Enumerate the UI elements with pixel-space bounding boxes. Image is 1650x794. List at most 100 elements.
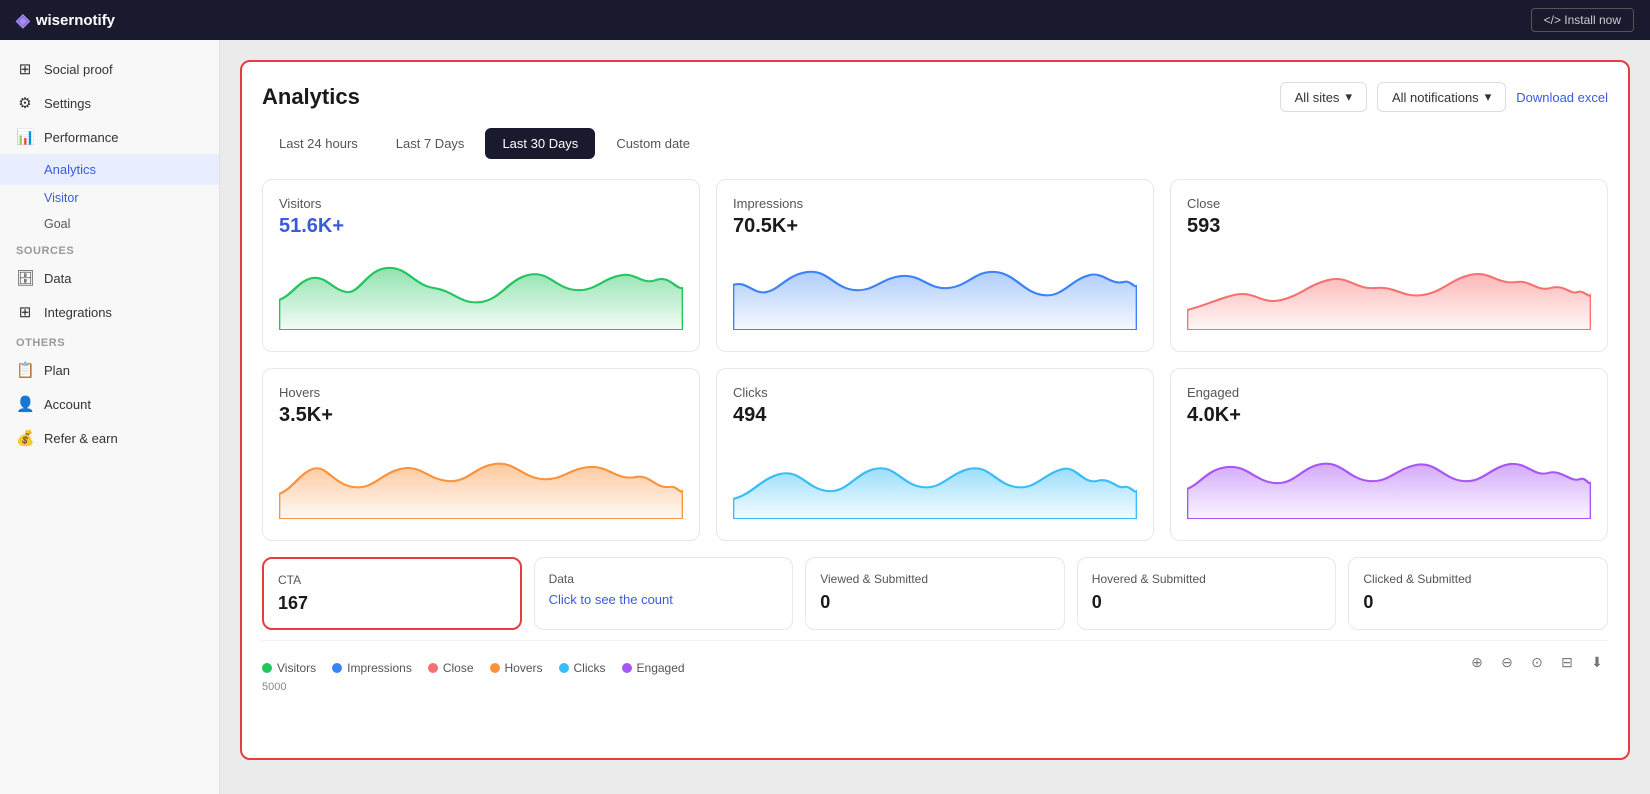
legend-clicks: Clicks — [559, 661, 606, 675]
legend-close: Close — [428, 661, 474, 675]
bottom-card-viewed-submitted: Viewed & Submitted 0 — [805, 557, 1065, 630]
viewed-submitted-value: 0 — [820, 592, 1050, 613]
performance-icon: 📊 — [16, 128, 34, 146]
logo-icon: ◈ — [16, 10, 30, 31]
cta-label: CTA — [278, 573, 506, 587]
impressions-label: Impressions — [733, 196, 1137, 211]
download-icon[interactable]: ⬇ — [1586, 651, 1608, 673]
hovered-submitted-label: Hovered & Submitted — [1092, 572, 1322, 586]
pan-icon[interactable]: ⊟ — [1556, 651, 1578, 673]
sidebar-label-plan: Plan — [44, 363, 70, 378]
analytics-panel: Analytics All sites ▾ All notifications … — [240, 60, 1630, 760]
legend-hovers-label: Hovers — [505, 661, 543, 675]
sidebar-item-data[interactable]: 🗄 Data — [0, 261, 219, 295]
legend-dot-hovers — [490, 663, 500, 673]
data-card-label: Data — [549, 572, 779, 586]
engaged-chart — [1187, 439, 1591, 519]
goal-label: Goal — [44, 217, 70, 231]
bottom-card-hovered-submitted: Hovered & Submitted 0 — [1077, 557, 1337, 630]
visitors-label: Visitors — [279, 196, 683, 211]
zoom-out-icon[interactable]: ⊖ — [1496, 651, 1518, 673]
clicks-value: 494 — [733, 404, 1137, 427]
engaged-value: 4.0K+ — [1187, 404, 1591, 427]
reset-icon[interactable]: ⊙ — [1526, 651, 1548, 673]
engaged-label: Engaged — [1187, 385, 1591, 400]
all-sites-dropdown[interactable]: All sites ▾ — [1280, 82, 1367, 112]
refer-icon: 💰 — [16, 429, 34, 447]
tab-custom[interactable]: Custom date — [599, 128, 707, 159]
bottom-card-clicked-submitted: Clicked & Submitted 0 — [1348, 557, 1608, 630]
visitors-chart — [279, 250, 683, 330]
data-card-link[interactable]: Click to see the count — [549, 592, 779, 607]
all-notifications-label: All notifications — [1392, 90, 1479, 105]
sidebar-item-integrations[interactable]: ⊞ Integrations — [0, 295, 219, 329]
sidebar-item-analytics[interactable]: Analytics — [0, 154, 219, 185]
others-section-label: Others — [0, 329, 219, 353]
clicked-submitted-value: 0 — [1363, 592, 1593, 613]
clicks-label: Clicks — [733, 385, 1137, 400]
install-button[interactable]: </> Install now — [1531, 8, 1634, 32]
chart-legend: Visitors Impressions Close Hovers — [262, 661, 685, 675]
sidebar-item-plan[interactable]: 📋 Plan — [0, 353, 219, 387]
tab-7d[interactable]: Last 7 Days — [379, 128, 482, 159]
stat-card-visitors: Visitors 51.6K+ — [262, 179, 700, 352]
clicked-submitted-label: Clicked & Submitted — [1363, 572, 1593, 586]
topbar: ◈ wisernotify </> Install now — [0, 0, 1650, 40]
impressions-chart — [733, 250, 1137, 330]
social-proof-icon: ⊞ — [16, 60, 34, 78]
all-notifications-dropdown[interactable]: All notifications ▾ — [1377, 82, 1506, 112]
tab-30d[interactable]: Last 30 Days — [485, 128, 595, 159]
legend-engaged-label: Engaged — [637, 661, 685, 675]
close-chart — [1187, 250, 1591, 330]
impressions-value: 70.5K+ — [733, 215, 1137, 238]
bottom-card-cta: CTA 167 — [262, 557, 522, 630]
sidebar-label-refer: Refer & earn — [44, 431, 118, 446]
close-value: 593 — [1187, 215, 1591, 238]
legend-clicks-label: Clicks — [574, 661, 606, 675]
stat-card-engaged: Engaged 4.0K+ — [1170, 368, 1608, 541]
hovered-submitted-value: 0 — [1092, 592, 1322, 613]
sidebar: ⊞ Social proof ⚙ Settings 📊 Performance … — [0, 40, 220, 794]
chart-legend-row: Visitors Impressions Close Hovers — [262, 640, 1608, 675]
stat-card-close: Close 593 — [1170, 179, 1608, 352]
legend-impressions-label: Impressions — [347, 661, 412, 675]
sidebar-item-settings[interactable]: ⚙ Settings — [0, 86, 219, 120]
sidebar-sub-item-goal[interactable]: Goal — [0, 211, 219, 237]
panel-actions: All sites ▾ All notifications ▾ Download… — [1280, 82, 1608, 112]
sidebar-label-integrations: Integrations — [44, 305, 112, 320]
stats-grid: Visitors 51.6K+ Impressions — [262, 179, 1608, 541]
legend-dot-engaged — [622, 663, 632, 673]
sidebar-item-social-proof[interactable]: ⊞ Social proof — [0, 52, 219, 86]
sidebar-label-settings: Settings — [44, 96, 91, 111]
panel-header: Analytics All sites ▾ All notifications … — [262, 82, 1608, 112]
sidebar-item-performance[interactable]: 📊 Performance — [0, 120, 219, 154]
stat-card-impressions: Impressions 70.5K+ — [716, 179, 1154, 352]
content-area: Analytics All sites ▾ All notifications … — [220, 40, 1650, 794]
hovers-label: Hovers — [279, 385, 683, 400]
page-title: Analytics — [262, 84, 360, 110]
sidebar-item-account[interactable]: 👤 Account — [0, 387, 219, 421]
sidebar-item-refer[interactable]: 💰 Refer & earn — [0, 421, 219, 455]
visitor-label: Visitor — [44, 191, 79, 205]
sources-section-label: Sources — [0, 237, 219, 261]
visitors-value: 51.6K+ — [279, 215, 683, 238]
legend-dot-visitors — [262, 663, 272, 673]
viewed-submitted-label: Viewed & Submitted — [820, 572, 1050, 586]
tab-24h[interactable]: Last 24 hours — [262, 128, 375, 159]
legend-visitors-label: Visitors — [277, 661, 316, 675]
legend-visitors: Visitors — [262, 661, 316, 675]
close-label: Close — [1187, 196, 1591, 211]
zoom-in-icon[interactable]: ⊕ — [1466, 651, 1488, 673]
y-axis-label: 5000 — [262, 681, 1608, 693]
legend-dot-clicks — [559, 663, 569, 673]
legend-engaged: Engaged — [622, 661, 685, 675]
download-excel-link[interactable]: Download excel — [1516, 90, 1608, 105]
legend-close-label: Close — [443, 661, 474, 675]
settings-icon: ⚙ — [16, 94, 34, 112]
cta-value: 167 — [278, 593, 506, 614]
hovers-chart — [279, 439, 683, 519]
sidebar-label-account: Account — [44, 397, 91, 412]
all-sites-label: All sites — [1295, 90, 1340, 105]
plan-icon: 📋 — [16, 361, 34, 379]
sidebar-sub-item-visitor[interactable]: Visitor — [0, 185, 219, 211]
